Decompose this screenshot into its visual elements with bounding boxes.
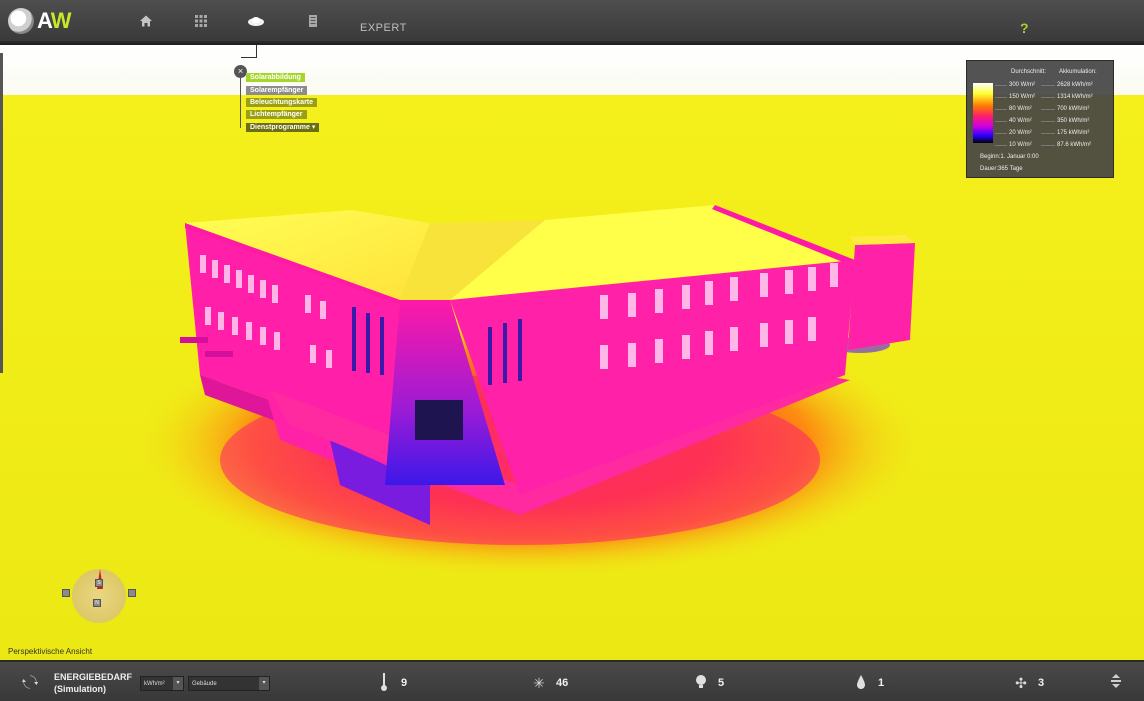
sun-stat[interactable]: ✳ 46 [530, 673, 568, 693]
water-value: 1 [878, 677, 885, 689]
legend-avg: 300 W/m² [1009, 82, 1036, 88]
compass-north-button[interactable]: N [93, 599, 101, 607]
tree-item-beleuchtungskarte[interactable]: Beleuchtungskarte [246, 98, 318, 107]
3d-viewport[interactable]: × Solarabbildung Solarempfänger Beleucht… [0, 45, 1144, 660]
home-icon[interactable] [137, 14, 155, 30]
balcony-1 [180, 337, 208, 343]
legend-acc: 350 kWh/m² [1057, 118, 1090, 124]
tree-connector-h [241, 57, 257, 58]
chevron-down-icon: ▾ [173, 677, 183, 690]
refresh-icon[interactable] [22, 674, 38, 695]
sun-icon: ✳ [533, 674, 545, 691]
compass-west-button[interactable] [62, 589, 70, 597]
app-logo[interactable]: AW [8, 6, 72, 36]
lightbulb-icon [692, 674, 710, 693]
legend-begin: Beginn:1. Januar 0:00 [980, 154, 1039, 160]
light-stat[interactable]: 5 [692, 673, 724, 693]
temperature-value: 9 [401, 677, 408, 689]
energy-title: ENERGIEBEDARF [54, 672, 133, 682]
tree-item-label: Dienstprogramme [250, 124, 310, 131]
legend-acc: 1314 kWh/m² [1057, 94, 1093, 100]
fan-icon: ✣ [1015, 674, 1027, 691]
annex [848, 243, 915, 350]
compass-south-button[interactable]: S [95, 579, 103, 587]
legend-avg: 80 W/m² [1009, 106, 1032, 112]
solar-legend: Durchschnitt: Akkumulation: 300 W/m² 2628… [966, 60, 1114, 178]
energy-subtitle: (Simulation) [54, 684, 106, 694]
legend-avg: 10 W/m² [1009, 142, 1032, 148]
legend-avg: 40 W/m² [1009, 118, 1032, 124]
sun-view-icon[interactable] [247, 14, 265, 30]
legend-duration: Dauer:365 Tage [980, 166, 1023, 172]
scope-select[interactable]: Gebäude ▾ [188, 676, 270, 691]
light-value: 5 [718, 677, 725, 689]
legend-header-accumulation: Akkumulation: [1059, 69, 1097, 75]
document-icon[interactable] [304, 14, 322, 30]
legend-row: 10 W/m² 87.6 kWh/m² [995, 140, 1110, 151]
legend-row: 80 W/m² 700 kWh/m² [995, 104, 1110, 115]
logo-prefix: A [37, 8, 52, 33]
legend-acc: 700 kWh/m² [1057, 106, 1090, 112]
temperature-stat[interactable]: 9 [375, 672, 408, 695]
legend-row: 150 W/m² 1314 kWh/m² [995, 92, 1110, 103]
thermometer-icon [375, 672, 393, 695]
legend-row: 40 W/m² 350 kWh/m² [995, 116, 1110, 127]
tree-item-solarempfaenger[interactable]: Solarempfänger [246, 86, 308, 95]
tree-stem [240, 78, 241, 128]
top-toolbar: AW EXPERT ? [0, 0, 1144, 43]
unit-select-value: kWh/m² [144, 681, 165, 687]
legend-row: 20 W/m² 175 kWh/m² [995, 128, 1110, 139]
balcony-2 [205, 351, 233, 357]
legend-header-average: Durchschnitt: [1011, 69, 1047, 75]
bottom-toolbar: ENERGIEBEDARF (Simulation) kWh/m² ▾ Gebä… [0, 660, 1144, 701]
entrance-door [415, 400, 463, 440]
legend-acc: 175 kWh/m² [1057, 130, 1090, 136]
logo-suffix: W [50, 8, 72, 33]
legend-acc: 87.6 kWh/m² [1057, 142, 1092, 148]
sun-value: 46 [556, 677, 569, 689]
tree-connector [256, 45, 257, 57]
legend-avg: 20 W/m² [1009, 130, 1032, 136]
compass-east-button[interactable] [128, 589, 136, 597]
unit-select[interactable]: kWh/m² ▾ [140, 676, 184, 691]
compass[interactable]: S N [60, 567, 140, 623]
water-stat[interactable]: 1 [852, 673, 884, 693]
wind-stat[interactable]: ✣ 3 [1012, 673, 1044, 693]
menu-icon[interactable] [1110, 674, 1122, 691]
legend-avg: 150 W/m² [1009, 94, 1036, 100]
chevron-down-icon: ▾ [311, 124, 316, 131]
droplet-icon [852, 674, 870, 693]
tree-item-solarabbildung[interactable]: Solarabbildung [246, 73, 305, 82]
chevron-down-icon: ▾ [259, 677, 269, 690]
nav-expert[interactable]: EXPERT [360, 22, 407, 34]
scope-select-value: Gebäude [192, 681, 217, 687]
grid-icon[interactable] [192, 14, 210, 30]
legend-color-scale [973, 83, 993, 143]
logo-icon [8, 8, 34, 34]
view-mode-label: Perspektivische Ansicht [8, 647, 93, 656]
wind-value: 3 [1038, 677, 1045, 689]
legend-row: 300 W/m² 2628 kWh/m² [995, 80, 1110, 91]
tree-item-lichtempfaenger[interactable]: Lichtempfänger [246, 110, 307, 119]
help-icon[interactable]: ? [1020, 20, 1029, 36]
legend-acc: 2628 kWh/m² [1057, 82, 1093, 88]
tree-item-dienstprogramme[interactable]: Dienstprogramme ▾ [246, 123, 320, 132]
